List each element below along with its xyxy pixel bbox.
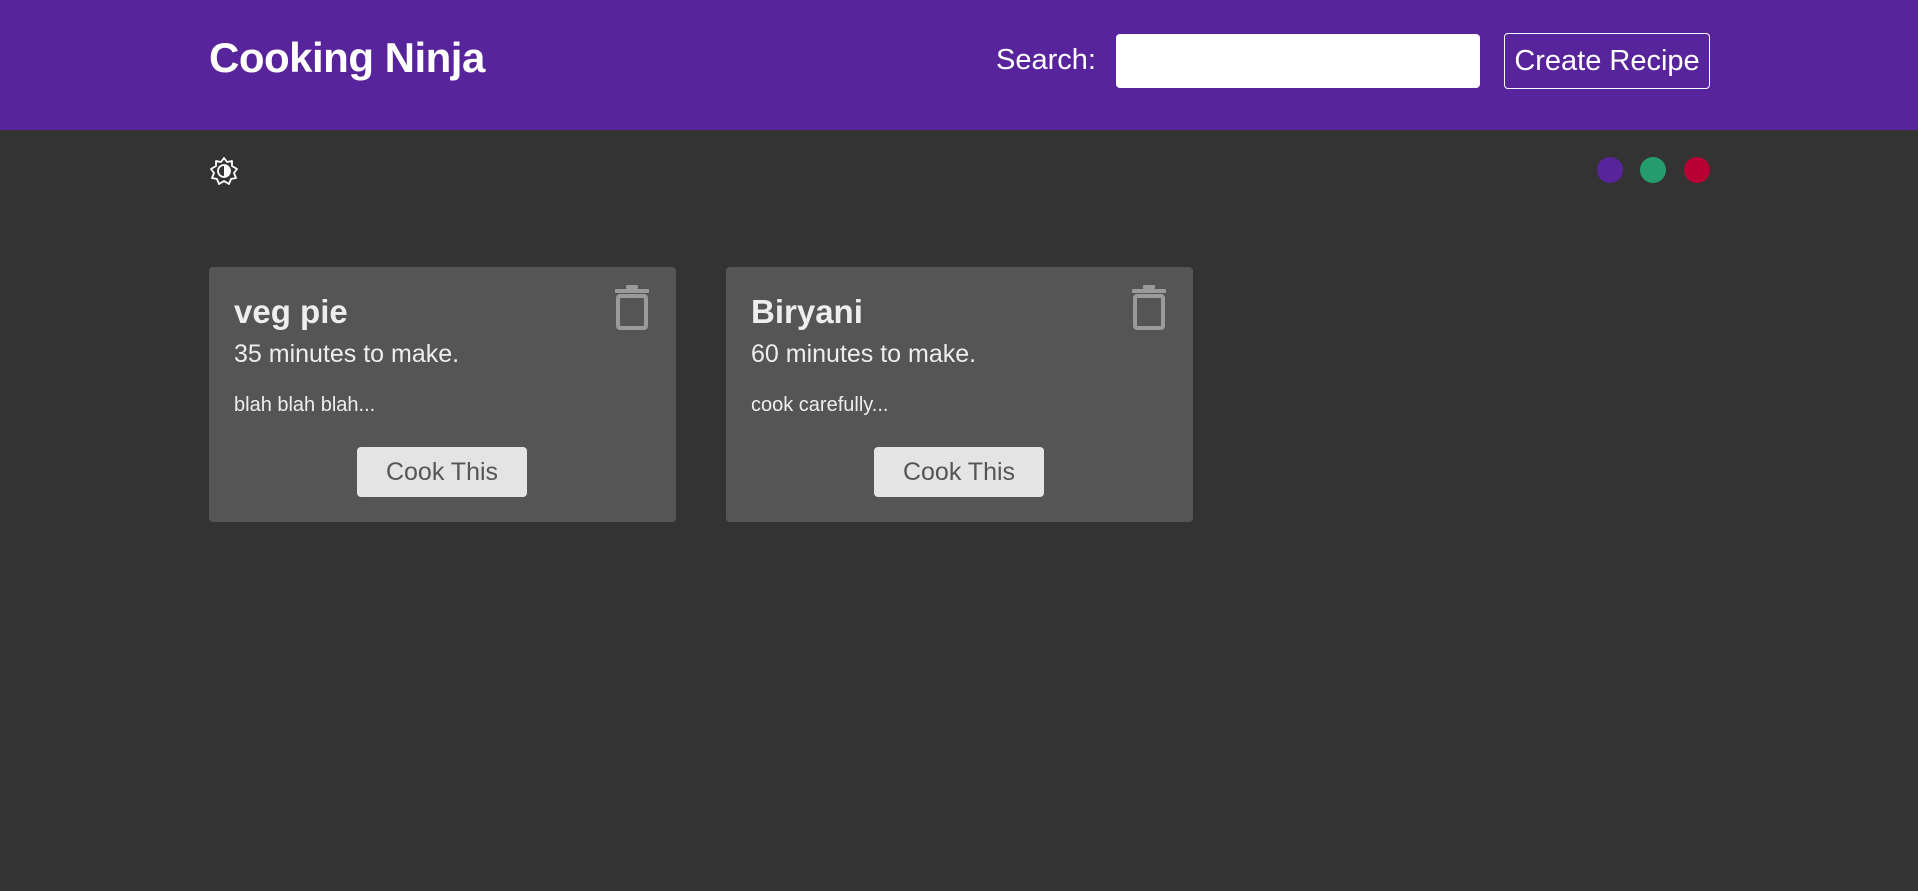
trash-icon[interactable] [1131, 284, 1167, 330]
create-recipe-button[interactable]: Create Recipe [1504, 33, 1710, 89]
recipe-method: cook carefully... [751, 394, 889, 416]
cook-this-button[interactable]: Cook This [357, 447, 527, 497]
recipe-time: 35 minutes to make. [234, 340, 460, 368]
recipe-method: blah blah blah... [234, 394, 376, 416]
recipe-title: Biryani [751, 293, 863, 330]
recipe-card: Biryani 60 minutes to make. cook careful… [726, 267, 1193, 522]
recipe-time: 60 minutes to make. [751, 340, 977, 368]
theme-swatch-green[interactable] [1640, 157, 1666, 183]
recipe-title: veg pie [234, 293, 348, 330]
brightness-icon[interactable] [209, 156, 239, 186]
cook-this-button[interactable]: Cook This [874, 447, 1044, 497]
theme-swatch-purple[interactable] [1597, 157, 1623, 183]
brand-title[interactable]: Cooking Ninja [209, 34, 485, 82]
search-label: Search: [996, 44, 1096, 76]
trash-icon[interactable] [614, 284, 650, 330]
search-input[interactable] [1116, 34, 1480, 88]
recipe-card: veg pie 35 minutes to make. blah blah bl… [209, 267, 676, 522]
navbar: Cooking Ninja Search: Create Recipe [0, 0, 1918, 130]
theme-swatch-red[interactable] [1684, 157, 1710, 183]
